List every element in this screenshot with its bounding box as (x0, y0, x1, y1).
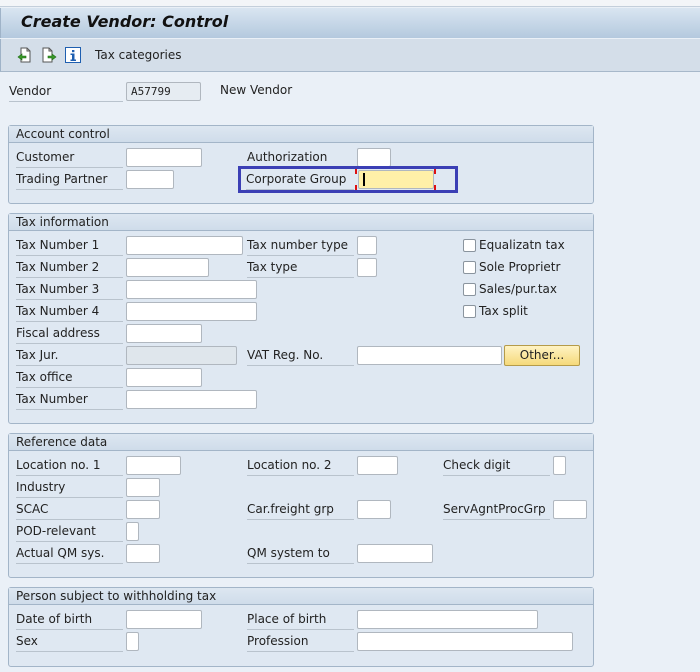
window-top-strip (0, 0, 700, 7)
authorization-label: Authorization (247, 150, 328, 164)
focus-highlight (238, 166, 458, 193)
tax-type-input[interactable] (357, 258, 377, 277)
tax-number-1-label: Tax Number 1 (16, 236, 123, 256)
check-digit-label: Check digit (443, 456, 550, 476)
customer-input[interactable] (126, 148, 202, 167)
date-of-birth-label: Date of birth (16, 610, 123, 630)
tax-number-1-input[interactable] (126, 236, 243, 255)
sales-pur-tax-label: Sales/pur.tax (479, 282, 558, 296)
page-title: Create Vendor: Control (21, 12, 229, 31)
tax-number-4-input[interactable] (126, 302, 257, 321)
vendor-name: New Vendor (220, 83, 293, 97)
location-no-1-label: Location no. 1 (16, 456, 123, 476)
fiscal-address-label: Fiscal address (16, 324, 123, 344)
tax-jur-label: Tax Jur. (16, 346, 123, 366)
vat-reg-no-input[interactable] (357, 346, 502, 365)
vat-reg-no-label: VAT Reg. No. (247, 346, 354, 366)
actual-qm-sys-label: Actual QM sys. (16, 544, 123, 564)
application-toolbar: Tax categories (0, 39, 700, 72)
customer-label: Customer (16, 148, 123, 168)
sole-proprietor-label: Sole Proprietr (479, 260, 561, 274)
tax-number-2-label: Tax Number 2 (16, 258, 123, 278)
pod-relevant-label: POD-relevant (16, 522, 123, 542)
profession-label: Profession (247, 632, 354, 652)
tax-number-label: Tax Number (16, 390, 123, 410)
pod-relevant-input[interactable] (126, 522, 139, 541)
fiscal-address-input[interactable] (126, 324, 202, 343)
actual-qm-sys-input[interactable] (126, 544, 160, 563)
qm-system-to-label: QM system to (247, 544, 354, 564)
tax-number-type-input[interactable] (357, 236, 377, 255)
place-of-birth-input[interactable] (357, 610, 538, 629)
sole-proprietor-checkbox[interactable] (463, 261, 476, 274)
tax-office-input[interactable] (126, 368, 202, 387)
previous-screen-icon[interactable] (17, 47, 33, 63)
equalization-tax-checkbox[interactable] (463, 239, 476, 252)
tax-number-type-label: Tax number type (247, 236, 354, 256)
profession-input[interactable] (357, 632, 573, 651)
reference-data-title: Reference data (9, 434, 593, 451)
check-digit-input[interactable] (553, 456, 566, 475)
tax-number-4-label: Tax Number 4 (16, 302, 123, 322)
trading-partner-label: Trading Partner (16, 170, 123, 190)
industry-label: Industry (16, 478, 123, 498)
tax-office-label: Tax office (16, 368, 123, 388)
text-cursor (363, 173, 365, 186)
location-no-2-input[interactable] (357, 456, 398, 475)
serv-agnt-proc-grp-input[interactable] (553, 500, 587, 519)
vendor-label: Vendor (9, 82, 123, 102)
account-control-title: Account control (9, 126, 593, 143)
qm-system-to-input[interactable] (357, 544, 433, 563)
authorization-input[interactable] (357, 148, 391, 167)
serv-agnt-proc-grp-label: ServAgntProcGrp (443, 500, 550, 520)
industry-input[interactable] (126, 478, 160, 497)
scac-label: SCAC (16, 500, 123, 520)
sex-label: Sex (16, 632, 123, 652)
place-of-birth-label: Place of birth (247, 610, 354, 630)
tax-categories-button[interactable]: Tax categories (95, 48, 182, 62)
title-bar: Create Vendor: Control (0, 8, 700, 38)
sales-pur-tax-checkbox[interactable] (463, 283, 476, 296)
tax-number-3-label: Tax Number 3 (16, 280, 123, 300)
other-button[interactable]: Other... (504, 345, 580, 366)
trading-partner-input[interactable] (126, 170, 174, 189)
tax-jur-input (126, 346, 237, 365)
info-icon[interactable] (65, 47, 81, 63)
tax-information-title: Tax information (9, 214, 593, 231)
tax-split-label: Tax split (479, 304, 528, 318)
tax-type-label: Tax type (247, 258, 354, 278)
location-no-2-label: Location no. 2 (247, 456, 354, 476)
car-freight-grp-input[interactable] (357, 500, 391, 519)
tax-number-input[interactable] (126, 390, 257, 409)
tax-split-checkbox[interactable] (463, 305, 476, 318)
car-freight-grp-label: Car.freight grp (247, 500, 354, 520)
scac-input[interactable] (126, 500, 160, 519)
sex-input[interactable] (126, 632, 139, 651)
equalization-tax-label: Equalizatn tax (479, 238, 565, 252)
location-no-1-input[interactable] (126, 456, 181, 475)
withholding-tax-title: Person subject to withholding tax (9, 588, 593, 605)
tax-number-2-input[interactable] (126, 258, 209, 277)
next-screen-icon[interactable] (41, 47, 57, 63)
vendor-field: A57799 (126, 82, 201, 101)
date-of-birth-input[interactable] (126, 610, 202, 629)
tax-number-3-input[interactable] (126, 280, 257, 299)
